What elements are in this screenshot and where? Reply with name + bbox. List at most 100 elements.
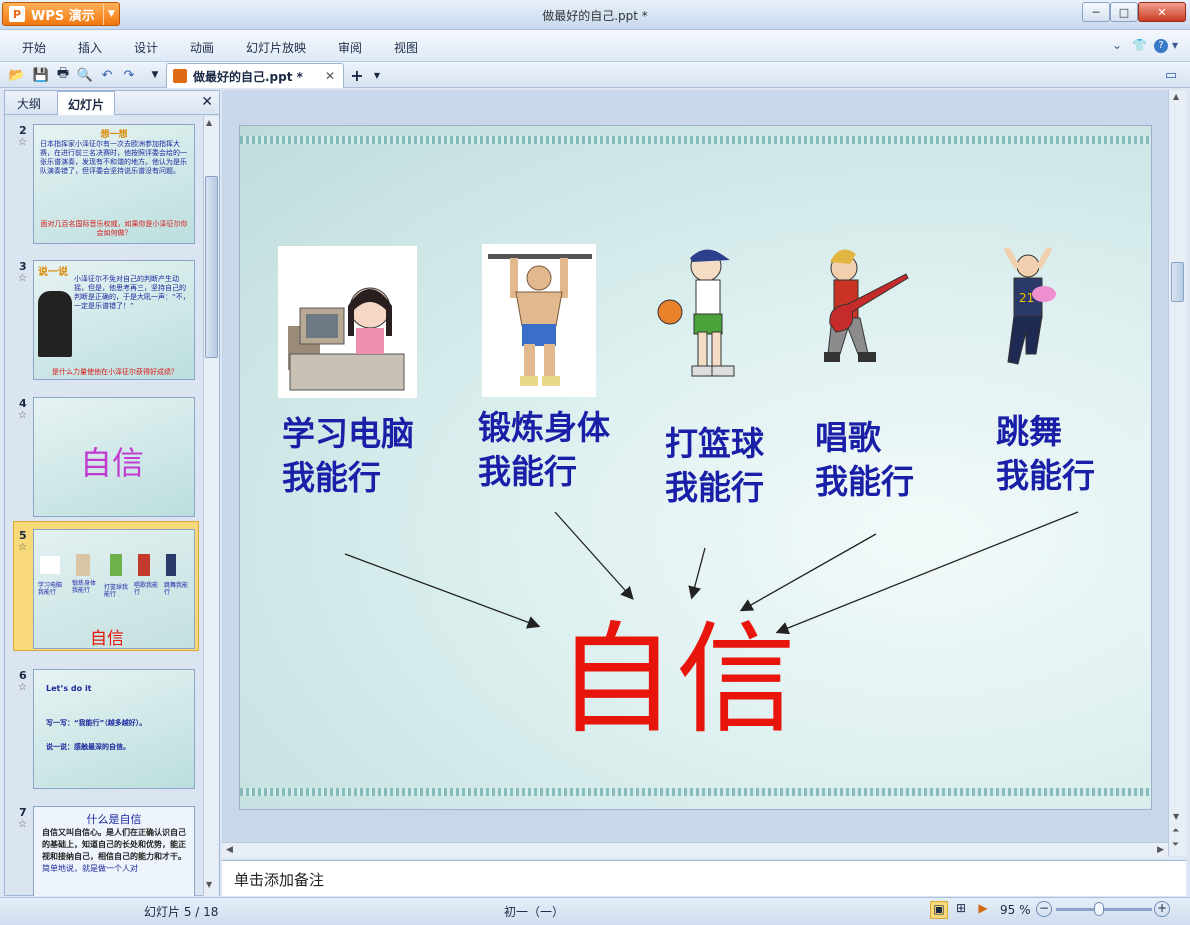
redo-icon[interactable]: ↷ — [120, 66, 138, 84]
animation-star-icon: ☆ — [18, 542, 27, 553]
presentation-file-icon — [173, 69, 187, 83]
animation-star-icon: ☆ — [18, 410, 27, 421]
slide-preview: 什么是自信 自信又叫自信心。是人们在正确认识自己的基础上，知道自己的长处和优势，… — [33, 806, 195, 896]
thumb-body: 小泽征尔不免对自己的判断产生动摇，但是，他思考再三，坚持自己的判断是正确的，于是… — [74, 275, 190, 310]
current-slide[interactable]: 21 学习电脑 我能行 锻炼身体 我能行 打篮球 我能行 唱歌 我能行 跳舞 我… — [239, 125, 1152, 810]
scroll-down-icon[interactable]: ▼ — [206, 880, 212, 889]
thumb-word: 自信 — [80, 444, 145, 482]
arrow — [775, 511, 1079, 635]
undo-icon[interactable]: ↶ — [98, 66, 116, 84]
editor-horizontal-scrollbar[interactable]: ◀ ▶ — [222, 842, 1168, 858]
thumb-clipart — [166, 554, 176, 576]
menu-view[interactable]: 视图 — [394, 39, 418, 56]
thumb-footer: 简单地说，就是做一个人对 — [42, 864, 138, 873]
thumbnail-slide-3[interactable]: 3 ☆ 说一说 小泽征尔不免对自己的判断产生动摇，但是，他思考再三，坚持自己的判… — [5, 252, 203, 382]
normal-view-icon[interactable]: ▣ — [930, 901, 948, 919]
scroll-left-icon[interactable]: ◀ — [226, 845, 233, 855]
close-panel-icon[interactable]: ✕ — [201, 94, 213, 110]
menu-bar: 开始 插入 设计 动画 幻灯片放映 审阅 视图 ⌄ 👕 ? ▾ — [0, 30, 1190, 62]
thumbnail-slide-7[interactable]: 7 ☆ 什么是自信 自信又叫自信心。是人们在正确认识自己的基础上，知道自己的长处… — [5, 798, 203, 896]
zoom-slider-thumb[interactable] — [1094, 902, 1104, 916]
animation-star-icon: ☆ — [18, 819, 27, 830]
menu-review[interactable]: 审阅 — [338, 39, 362, 56]
slide-preview: 说一说 小泽征尔不免对自己的判断产生动摇，但是，他思考再三，坚持自己的判断是正确… — [33, 260, 195, 380]
minimize-button[interactable]: ─ — [1082, 2, 1110, 22]
tab-slides[interactable]: 幻灯片 — [57, 91, 116, 115]
menu-slideshow[interactable]: 幻灯片放映 — [246, 39, 306, 56]
thumb-caption: 锻炼身体我能行 — [72, 580, 97, 594]
panel-tabs: 大纲 幻灯片 ✕ — [5, 91, 219, 115]
menu-animation[interactable]: 动画 — [190, 39, 214, 56]
help-icon[interactable]: ? — [1154, 39, 1168, 53]
open-folder-icon[interactable]: 📂 — [8, 66, 26, 84]
zoom-slider[interactable] — [1056, 908, 1152, 911]
slide-number: 7 — [19, 806, 27, 819]
slide-preview: Let’s do it 写一写：“我能行”（越多越好）。 说一说：感触最深的自信… — [33, 669, 195, 789]
save-icon[interactable]: 💾 — [32, 66, 50, 84]
slideshow-icon[interactable]: ▶ — [974, 901, 992, 919]
thumbnail-slide-2[interactable]: 2 ☆ 想一想 日本指挥家小泽征尔有一次去欧洲参加指挥大赛，在进行前三名决赛时，… — [5, 116, 203, 246]
quick-access-toolbar: 📂 💾 🖶 🔍 ↶ ↷ ▼ 做最好的自己.ppt * ✕ + ▼ ▭ — [0, 62, 1190, 88]
window-layout-icon[interactable]: ▭ — [1162, 66, 1180, 84]
scroll-right-icon[interactable]: ▶ — [1157, 845, 1164, 855]
panel-scroll-thumb[interactable] — [205, 176, 218, 358]
scroll-up-icon[interactable]: ▲ — [1173, 92, 1179, 101]
new-tab-icon[interactable]: + — [348, 66, 366, 85]
thumb-word: 自信 — [90, 629, 124, 649]
title-bar: P WPS 演示 ▼ 做最好的自己.ppt * ─ □ ✕ — [0, 0, 1190, 30]
slide-counter: 幻灯片 5 / 18 — [144, 905, 219, 919]
thumbnail-slide-6[interactable]: 6 ☆ Let’s do it 写一写：“我能行”（越多越好）。 说一说：感触最… — [5, 661, 203, 791]
help-dropdown-icon[interactable]: ▾ — [1172, 38, 1178, 52]
maximize-button[interactable]: □ — [1110, 2, 1138, 22]
menu-home[interactable]: 开始 — [22, 39, 46, 56]
collapse-ribbon-icon[interactable]: ⌄ — [1112, 38, 1122, 52]
skin-icon[interactable]: 👕 — [1132, 38, 1147, 52]
next-slide-icon[interactable]: ⏷ — [1172, 840, 1179, 850]
editor-scroll-thumb[interactable] — [1171, 262, 1184, 302]
animation-star-icon: ☆ — [18, 273, 27, 284]
arrow — [554, 511, 634, 600]
menu-insert[interactable]: 插入 — [78, 39, 102, 56]
thumb-footer: 是什么力量使他在小泽征尔获得好成绩？ — [52, 368, 178, 376]
thumb-line: 说一说：感触最深的自信。 — [46, 743, 130, 751]
slide-thumbnails: 2 ☆ 想一想 日本指挥家小泽征尔有一次去欧洲参加指挥大赛，在进行前三名决赛时，… — [5, 116, 203, 896]
arrow — [739, 533, 877, 612]
tab-outline[interactable]: 大纲 — [17, 95, 41, 112]
new-tab-dropdown-icon[interactable]: ▼ — [368, 66, 386, 84]
thumb-footer: 面对几百名国际音乐权威，如果你是小泽征尔你会如何做？ — [40, 220, 188, 237]
editor-vertical-scrollbar[interactable]: ▲ ▼ ⏶ ⏷ — [1168, 90, 1186, 856]
menu-design[interactable]: 设计 — [134, 39, 158, 56]
document-tab[interactable]: 做最好的自己.ppt * ✕ — [166, 63, 344, 88]
slide-sorter-icon[interactable]: ⊞ — [952, 901, 970, 919]
panel-scrollbar[interactable]: ▲ ▼ — [203, 116, 219, 896]
notes-placeholder[interactable]: 单击添加备注 — [234, 869, 324, 890]
thumb-clipart — [40, 556, 60, 574]
notes-pane[interactable]: 单击添加备注 — [222, 860, 1186, 896]
close-button[interactable]: ✕ — [1138, 2, 1186, 22]
center-word: 自信 — [556, 611, 796, 750]
thumb-line: 写一写：“我能行”（越多越好）。 — [46, 719, 147, 727]
scroll-down-icon[interactable]: ▼ — [1173, 812, 1179, 821]
print-preview-icon[interactable]: 🔍 — [76, 66, 94, 84]
thumbnail-slide-4[interactable]: 4 ☆ 自信 — [5, 389, 203, 519]
print-icon[interactable]: 🖶 — [54, 66, 72, 84]
thumb-caption: 学习电脑我能行 — [38, 582, 63, 596]
zoom-out-icon[interactable]: − — [1036, 901, 1052, 917]
zoom-level: 95 % — [1000, 903, 1031, 917]
thumb-caption: 唱歌我能行 — [134, 582, 159, 596]
thumbnail-slide-5[interactable]: 5 ☆ 学习电脑我能行 锻炼身体我能行 打篮球我能行 唱歌我能行 跳舞我能行 自… — [5, 521, 203, 656]
thumb-caption: 打篮球我能行 — [104, 584, 129, 598]
slide-preview: 学习电脑我能行 锻炼身体我能行 打篮球我能行 唱歌我能行 跳舞我能行 自信 — [33, 529, 195, 649]
status-bar: 幻灯片 5 / 18 初一（一） ▣ ⊞ ▶ 95 % − + — [0, 897, 1190, 925]
previous-slide-icon[interactable]: ⏶ — [1172, 826, 1179, 836]
zoom-in-icon[interactable]: + — [1154, 901, 1170, 917]
slide-number: 5 — [19, 529, 27, 542]
close-tab-icon[interactable]: ✕ — [325, 69, 335, 83]
slide-preview: 自信 — [33, 397, 195, 517]
thumb-title: 什么是自信 — [86, 813, 142, 826]
thumb-line: Let’s do it — [46, 684, 92, 693]
scroll-up-icon[interactable]: ▲ — [206, 118, 212, 127]
slide-panel: 大纲 幻灯片 ✕ 2 ☆ 想一想 日本指挥家小泽征尔有一次去欧洲参加指挥大赛，在… — [4, 90, 220, 896]
customize-toolbar-icon[interactable]: ▼ — [146, 66, 164, 84]
animation-star-icon: ☆ — [18, 682, 27, 693]
